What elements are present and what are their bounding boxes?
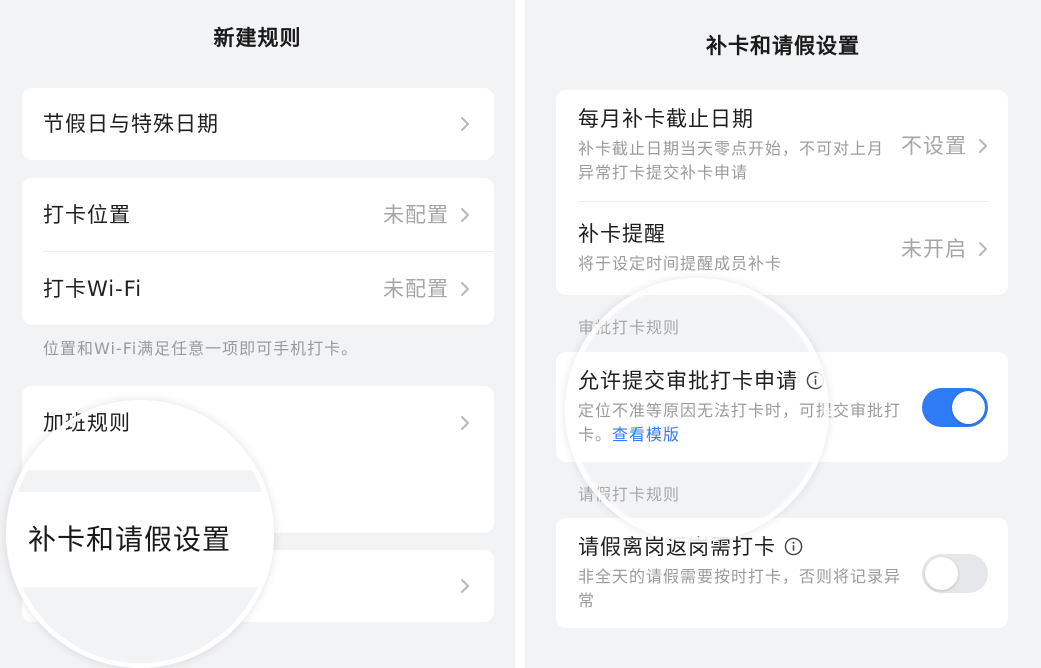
- location-value: 未配置: [383, 202, 449, 227]
- leave-desc-line: 常: [578, 590, 596, 610]
- leave-row: 请假离岗返岗需打卡 非全天的请假需要按时打卡，否则将记录异 常: [556, 518, 1008, 628]
- chevron-right-icon: [461, 281, 469, 296]
- leave-desc-line: 非全天的请假需要按时打卡，否则将记录异: [578, 566, 902, 586]
- approval-toggle[interactable]: [922, 387, 988, 427]
- overtime-row[interactable]: 加班规则: [22, 386, 494, 459]
- holiday-right: [449, 116, 470, 132]
- more-rule-right: [449, 578, 470, 594]
- overtime-label: 加班规则: [43, 410, 131, 435]
- view-template-link[interactable]: 查看模版: [612, 425, 680, 444]
- approval-desc-line: 卡。查看模版: [578, 423, 901, 447]
- new-rule-panel: 新建规则 节假日与特殊日期 打卡位置 未配置 打卡Wi-Fi 未配置 位置和Wi…: [0, 0, 515, 668]
- reminder-row[interactable]: 补卡提醒 将于设定时间提醒成员补卡 未开启: [556, 202, 1008, 295]
- page-title: 新建规则: [213, 26, 302, 50]
- holiday-card: 节假日与特殊日期: [22, 88, 494, 160]
- deadline-text: 每月补卡截止日期 补卡截止日期当天零点开始，不可对上月 异常打卡提交补卡申请: [578, 106, 884, 185]
- deadline-desc-line: 异常打卡提交补卡申请: [578, 163, 749, 182]
- info-icon[interactable]: [784, 537, 803, 556]
- approval-title-wrap: 允许提交审批打卡申请: [578, 368, 901, 394]
- leave-section-label: 请假打卡规则: [578, 485, 681, 504]
- location-label: 打卡位置: [43, 202, 131, 227]
- reminder-right: 未开启: [901, 236, 988, 262]
- toggle-knob: [952, 390, 985, 424]
- location-right: 未配置: [383, 202, 470, 228]
- deadline-desc: 补卡截止日期当天零点开始，不可对上月 异常打卡提交补卡申请: [578, 137, 884, 185]
- leave-text: 请假离岗返岗需打卡 非全天的请假需要按时打卡，否则将记录异 常: [578, 534, 901, 613]
- makeup-card: 每月补卡截止日期 补卡截止日期当天零点开始，不可对上月 异常打卡提交补卡申请 不…: [556, 90, 1008, 295]
- leave-desc: 非全天的请假需要按时打卡，否则将记录异 常: [578, 565, 901, 613]
- approval-desc: 定位不准等原因无法打卡时，可提交审批打 卡。查看模版: [578, 399, 901, 447]
- reminder-value: 未开启: [901, 236, 967, 261]
- reminder-desc: 将于设定时间提醒成员补卡: [578, 252, 782, 276]
- wifi-label: 打卡Wi-Fi: [43, 276, 143, 301]
- checkin-location-card: 打卡位置 未配置 打卡Wi-Fi 未配置: [22, 178, 494, 325]
- approval-card: 允许提交审批打卡申请 定位不准等原因无法打卡时，可提交审批打 卡。查看模版: [556, 352, 1008, 462]
- reminder-text: 补卡提醒 将于设定时间提醒成员补卡: [578, 221, 782, 276]
- approval-section-label: 审批打卡规则: [578, 318, 681, 337]
- more-rule-row[interactable]: [22, 550, 494, 622]
- info-icon[interactable]: [806, 371, 825, 390]
- deadline-right: 不设置: [901, 133, 988, 159]
- approval-text: 允许提交审批打卡申请 定位不准等原因无法打卡时，可提交审批打 卡。查看模版: [578, 368, 901, 447]
- approval-desc-line: 定位不准等原因无法打卡时，可提交审批打: [578, 400, 902, 420]
- more-rule-card: [22, 550, 494, 622]
- holiday-label: 节假日与特殊日期: [43, 112, 219, 136]
- chevron-right-icon: [461, 579, 469, 593]
- chevron-right-icon: [979, 241, 987, 256]
- deadline-title: 每月补卡截止日期: [578, 107, 754, 131]
- approval-title: 允许提交审批打卡申请: [578, 368, 798, 393]
- chevron-right-icon: [461, 415, 469, 430]
- approval-desc-tail: 卡。: [578, 424, 613, 444]
- deadline-row[interactable]: 每月补卡截止日期 补卡截止日期当天零点开始，不可对上月 异常打卡提交补卡申请 不…: [556, 90, 1008, 201]
- wifi-value: 未配置: [383, 276, 449, 301]
- deadline-value: 不设置: [901, 133, 967, 158]
- reminder-title: 补卡提醒: [578, 222, 666, 246]
- leave-card: 请假离岗返岗需打卡 非全天的请假需要按时打卡，否则将记录异 常: [556, 518, 1008, 628]
- toggle-knob: [925, 556, 958, 590]
- chevron-right-icon: [461, 117, 469, 131]
- wifi-right: 未配置: [383, 276, 470, 302]
- holiday-row[interactable]: 节假日与特殊日期: [22, 88, 494, 160]
- makeup-leave-settings-panel: 补卡和请假设置 每月补卡截止日期 补卡截止日期当天零点开始，不可对上月 异常打卡…: [525, 0, 1041, 668]
- approval-row: 允许提交审批打卡申请 定位不准等原因无法打卡时，可提交审批打 卡。查看模版: [556, 352, 1008, 462]
- overtime-right: [449, 415, 470, 431]
- leave-title-wrap: 请假离岗返岗需打卡: [578, 534, 901, 560]
- chevron-right-icon: [461, 207, 469, 222]
- leave-title: 请假离岗返岗需打卡: [578, 534, 776, 559]
- page-title: 补卡和请假设置: [706, 34, 860, 58]
- chevron-right-icon: [979, 138, 987, 153]
- leave-toggle[interactable]: [922, 553, 988, 593]
- location-note: 位置和Wi-Fi满足任意一项即可手机打卡。: [43, 339, 359, 358]
- location-row[interactable]: 打卡位置 未配置: [22, 178, 494, 251]
- wifi-row[interactable]: 打卡Wi-Fi 未配置: [22, 252, 494, 325]
- overtime-card: 加班规则: [22, 386, 494, 533]
- deadline-desc-line: 补卡截止日期当天零点开始，不可对上月: [578, 139, 885, 158]
- reminder-desc-line: 将于设定时间提醒成员补卡: [578, 254, 783, 273]
